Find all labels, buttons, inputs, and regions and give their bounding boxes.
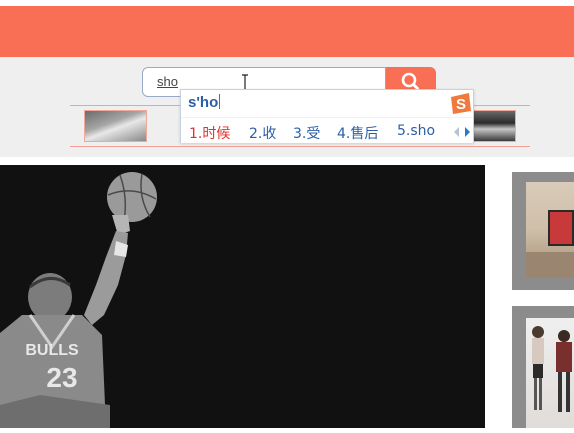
ime-candidate[interactable]: 3.受 xyxy=(293,123,320,143)
hero-banner[interactable]: BULLS 23 xyxy=(0,165,485,428)
search-input-value: sho xyxy=(157,74,178,89)
svg-text:23: 23 xyxy=(46,362,77,393)
ime-page-arrows xyxy=(454,127,470,137)
ime-candidate-row: 1.时候 2.收 3.受 4.售后 5.sho xyxy=(181,117,473,143)
svg-text:S: S xyxy=(456,96,466,113)
product-card-image xyxy=(526,182,574,278)
ime-candidate[interactable]: 5.sho xyxy=(397,123,435,139)
ime-candidate[interactable]: 4.售后 xyxy=(337,123,378,143)
triangle-left-icon[interactable] xyxy=(454,127,459,137)
triangle-right-icon[interactable] xyxy=(465,127,470,137)
tv-wall-image xyxy=(526,210,574,278)
product-thumbnail[interactable] xyxy=(84,110,147,142)
ime-candidate[interactable]: 1.时候 xyxy=(189,123,230,143)
divider-line xyxy=(70,146,530,147)
ime-candidate[interactable]: 2.收 xyxy=(249,123,276,143)
basketball-player-image: BULLS 23 xyxy=(0,172,157,428)
svg-text:BULLS: BULLS xyxy=(25,342,79,359)
product-card-image xyxy=(526,318,574,428)
product-thumbnail[interactable] xyxy=(470,110,516,142)
ime-caret xyxy=(219,94,221,109)
ime-composition-value: s'ho xyxy=(188,94,219,111)
sogou-s-icon[interactable]: S xyxy=(449,91,473,115)
fashion-people-image xyxy=(532,326,572,412)
header-banner xyxy=(0,6,574,57)
ime-composition-row: s'ho S xyxy=(181,90,473,117)
ime-candidate-popup: s'ho S 1.时候 2.收 3.受 4.售后 5.sho xyxy=(180,89,474,143)
ime-composition-text: s'ho xyxy=(188,94,221,111)
